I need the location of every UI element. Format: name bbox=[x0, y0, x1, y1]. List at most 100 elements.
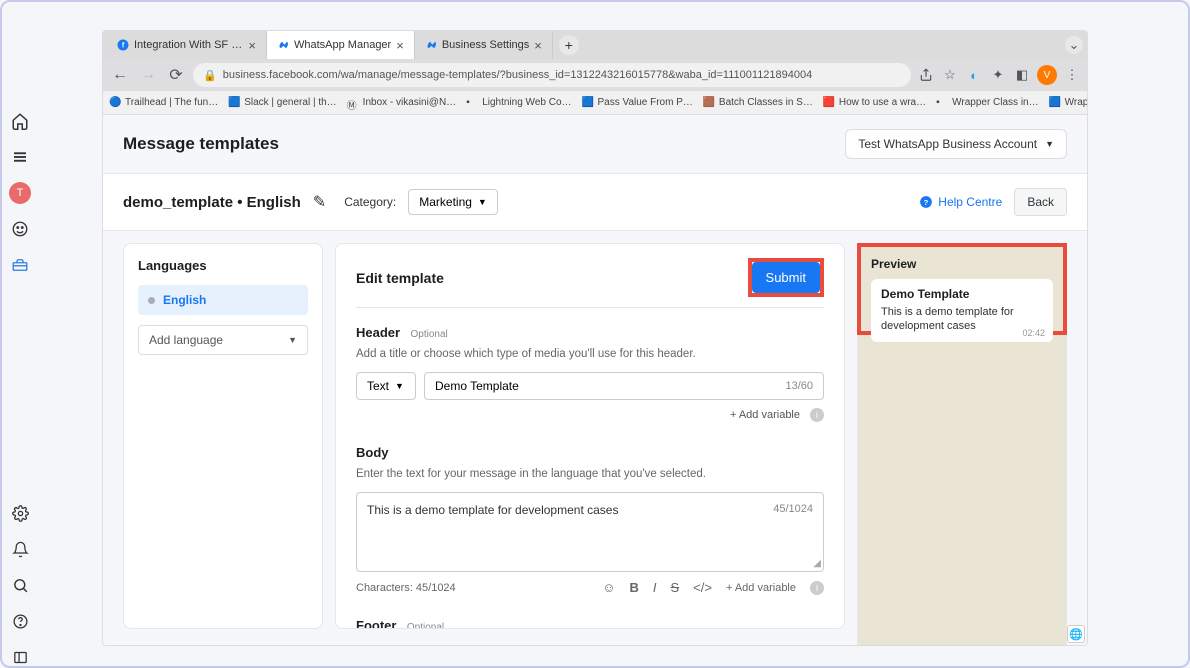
bookmark-item[interactable]: 🟦Pass Value From P… bbox=[582, 97, 693, 109]
back-button[interactable]: Back bbox=[1014, 188, 1067, 216]
browser-tabs: f Integration With SF - WhatsA... × What… bbox=[103, 31, 1087, 59]
body-textarea[interactable]: This is a demo template for development … bbox=[356, 492, 824, 572]
category-select[interactable]: Marketing ▼ bbox=[408, 189, 498, 215]
bookmark-item[interactable]: 🟦Slack | general | th… bbox=[228, 97, 336, 109]
bookmark-item[interactable]: 🟥How to use a wra… bbox=[823, 97, 926, 109]
languages-title: Languages bbox=[138, 258, 308, 273]
add-language-select[interactable]: Add language ▼ bbox=[138, 325, 308, 355]
menu-icon[interactable] bbox=[9, 146, 31, 168]
bookmark-item[interactable]: ▪Wrapper Class in… bbox=[936, 97, 1039, 109]
tab-title: Business Settings bbox=[442, 39, 529, 51]
tab-title: WhatsApp Manager bbox=[294, 39, 391, 51]
header-type-select[interactable]: Text ▼ bbox=[356, 372, 416, 400]
strikethrough-icon[interactable]: S bbox=[671, 580, 680, 595]
category-label: Category: bbox=[344, 195, 396, 209]
bold-icon[interactable]: B bbox=[629, 580, 638, 595]
page-title: Message templates bbox=[123, 134, 279, 154]
extensions-icon[interactable]: ✦ bbox=[989, 66, 1007, 84]
body-label: Body bbox=[356, 445, 389, 460]
help-icon: ? bbox=[919, 195, 933, 209]
browser-tab[interactable]: WhatsApp Manager × bbox=[267, 31, 415, 59]
bookmark-item[interactable]: ▪Lightning Web Co… bbox=[466, 97, 571, 109]
resize-handle-icon[interactable]: ◢ bbox=[813, 558, 821, 569]
star-icon[interactable]: ☆ bbox=[941, 66, 959, 84]
submit-button[interactable]: Submit bbox=[752, 262, 820, 293]
optional-badge: Optional bbox=[407, 622, 444, 629]
globe-icon[interactable]: 🌐 bbox=[1067, 625, 1085, 643]
share-icon[interactable] bbox=[917, 66, 935, 84]
settings-icon[interactable] bbox=[9, 502, 31, 524]
language-item[interactable]: English bbox=[138, 285, 308, 315]
url-text: business.facebook.com/wa/manage/message-… bbox=[223, 69, 813, 81]
close-icon[interactable]: × bbox=[396, 38, 404, 53]
body-help-text: Enter the text for your message in the l… bbox=[356, 468, 824, 480]
header-text-input[interactable]: Demo Template 13/60 bbox=[424, 372, 824, 400]
chevron-down-icon: ▼ bbox=[1045, 139, 1054, 149]
chevron-down-icon: ▼ bbox=[478, 197, 487, 207]
header-counter: 13/60 bbox=[785, 380, 813, 392]
close-icon[interactable]: × bbox=[248, 38, 256, 53]
footer-label: Footer bbox=[356, 618, 396, 629]
edit-template-title: Edit template bbox=[356, 270, 444, 286]
preview-timestamp: 02:42 bbox=[1022, 328, 1045, 338]
search-icon[interactable] bbox=[9, 574, 31, 596]
account-selector[interactable]: Test WhatsApp Business Account ▼ bbox=[845, 129, 1067, 159]
emoji-icon[interactable]: ☺ bbox=[602, 580, 615, 595]
edit-template-panel: Edit template Submit Header Optional Add… bbox=[335, 243, 845, 629]
chevron-down-icon[interactable]: ⌄ bbox=[1065, 36, 1083, 54]
languages-panel: Languages English Add language ▼ bbox=[123, 243, 323, 629]
preview-message-card: Demo Template This is a demo template fo… bbox=[871, 279, 1053, 342]
preview-background bbox=[857, 335, 1067, 645]
preview-panel: Preview Demo Template This is a demo tem… bbox=[857, 243, 1067, 335]
body-counter: 45/1024 bbox=[773, 503, 813, 561]
status-dot-icon bbox=[148, 297, 155, 304]
add-variable-button[interactable]: + Add variable bbox=[730, 409, 800, 421]
code-icon[interactable]: </> bbox=[693, 580, 712, 595]
characters-count: Characters: 45/1024 bbox=[356, 582, 456, 594]
tab-title: Integration With SF - WhatsA... bbox=[134, 39, 243, 51]
browser-toolbar: ← → ⟳ 🔒 business.facebook.com/wa/manage/… bbox=[103, 59, 1087, 91]
preview-title: Preview bbox=[871, 257, 1053, 271]
help-centre-link[interactable]: ? Help Centre bbox=[919, 195, 1002, 209]
svg-text:?: ? bbox=[924, 198, 929, 207]
submit-highlight: Submit bbox=[748, 258, 824, 297]
edit-icon[interactable]: ✎ bbox=[313, 192, 326, 212]
chevron-down-icon: ▼ bbox=[395, 381, 404, 391]
collapse-icon[interactable] bbox=[9, 646, 31, 668]
profile-avatar[interactable]: V bbox=[1037, 65, 1057, 85]
lock-icon: 🔒 bbox=[203, 69, 217, 82]
url-bar[interactable]: 🔒 business.facebook.com/wa/manage/messag… bbox=[193, 63, 911, 87]
close-icon[interactable]: × bbox=[534, 38, 542, 53]
reload-button[interactable]: ⟳ bbox=[165, 64, 187, 86]
emoji-icon[interactable] bbox=[9, 218, 31, 240]
more-icon[interactable]: ⋮ bbox=[1063, 66, 1081, 84]
browser-tab[interactable]: Business Settings × bbox=[415, 31, 553, 59]
bell-icon[interactable] bbox=[9, 538, 31, 560]
browser-tab[interactable]: f Integration With SF - WhatsA... × bbox=[107, 31, 267, 59]
facebook-icon: f bbox=[117, 39, 129, 51]
bookmark-item[interactable]: ⓂInbox - vikasini@N… bbox=[347, 97, 457, 109]
back-button[interactable]: ← bbox=[109, 64, 131, 86]
bookmark-item[interactable]: 🔵Trailhead | The fun… bbox=[109, 97, 218, 109]
italic-icon[interactable]: I bbox=[653, 580, 657, 595]
home-icon[interactable] bbox=[9, 110, 31, 132]
add-variable-button[interactable]: + Add variable bbox=[726, 582, 796, 594]
preview-card-body: This is a demo template for development … bbox=[881, 305, 1043, 334]
panel-icon[interactable]: ◧ bbox=[1013, 66, 1031, 84]
info-icon[interactable]: i bbox=[810, 581, 824, 595]
help-icon[interactable] bbox=[9, 610, 31, 632]
header-label: Header bbox=[356, 325, 400, 340]
bookmark-item[interactable]: 🟦Wrapper Class In… bbox=[1049, 97, 1088, 109]
info-icon[interactable]: i bbox=[810, 408, 824, 422]
toolbox-icon[interactable] bbox=[9, 254, 31, 276]
forward-button[interactable]: → bbox=[137, 64, 159, 86]
new-tab-button[interactable]: + bbox=[559, 35, 579, 55]
bookmark-item[interactable]: 🟫Batch Classes in S… bbox=[703, 97, 813, 109]
meta-icon bbox=[277, 39, 289, 51]
optional-badge: Optional bbox=[411, 329, 448, 340]
header-help-text: Add a title or choose which type of medi… bbox=[356, 348, 824, 360]
shield-icon[interactable]: ◐ bbox=[965, 66, 983, 84]
user-avatar[interactable]: T bbox=[9, 182, 31, 204]
meta-icon bbox=[425, 39, 437, 51]
bookmarks-bar: 🔵Trailhead | The fun… 🟦Slack | general |… bbox=[103, 91, 1087, 115]
